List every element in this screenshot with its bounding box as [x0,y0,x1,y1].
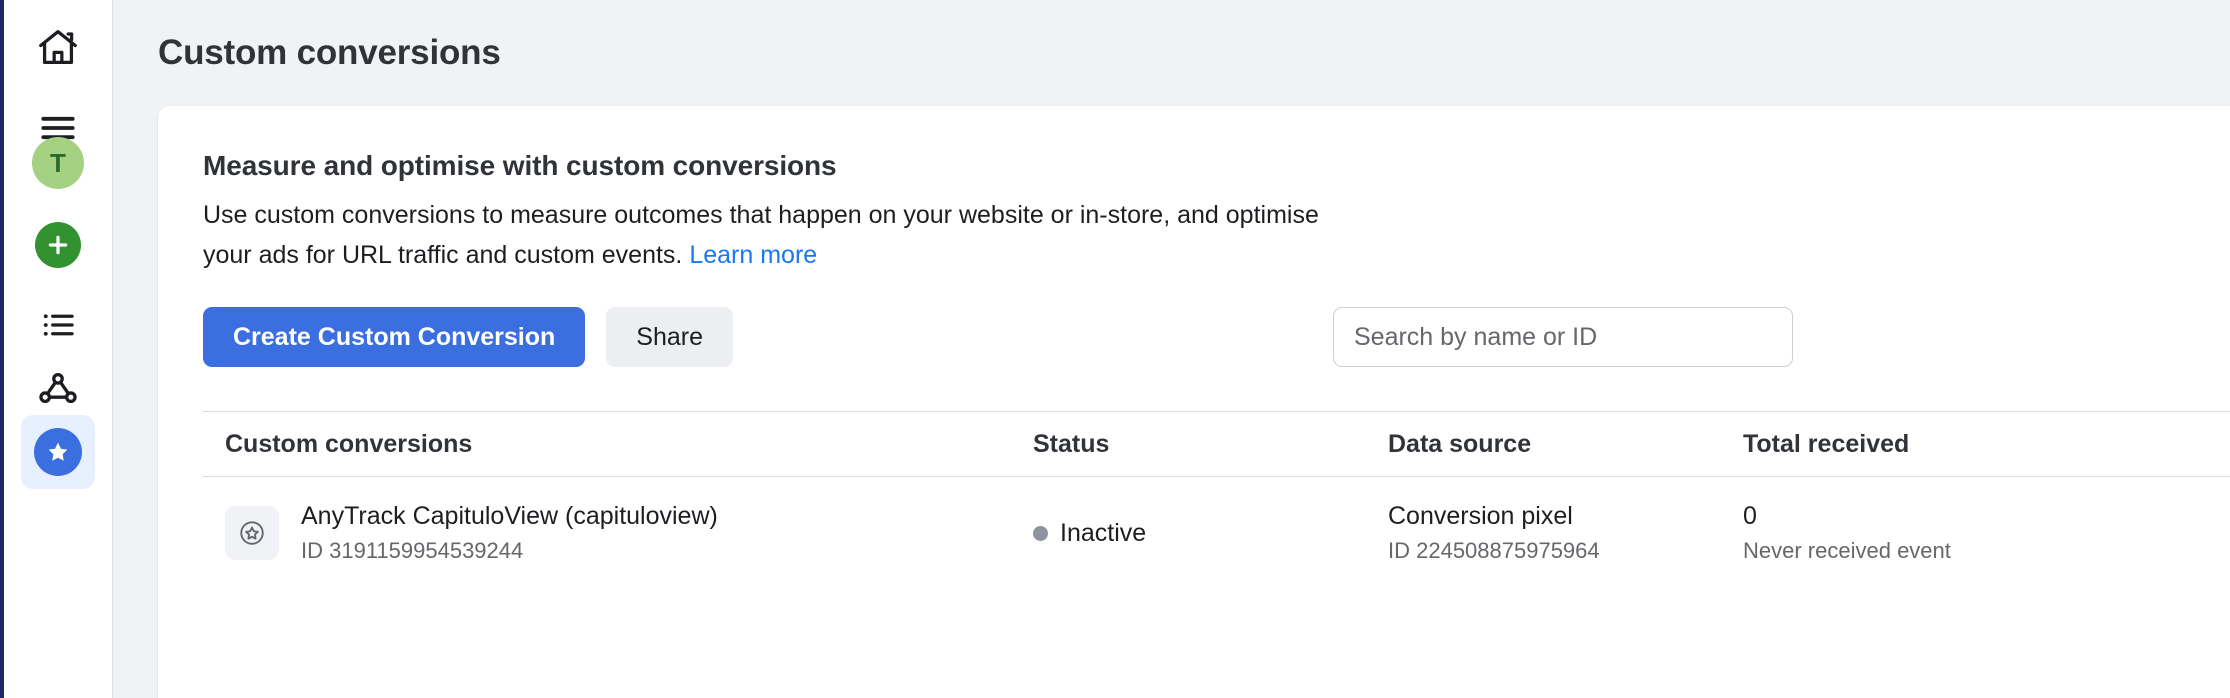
cell-status: Inactive [1033,519,1388,548]
cell-data-source: Conversion pixel ID 224508875975964 [1388,500,1743,566]
search-input[interactable] [1333,307,1793,367]
cell-total-received: 0 Never received event [1743,500,2098,566]
table-header-row: Custom conversions Status Data source To… [203,411,2230,477]
share-button[interactable]: Share [606,307,734,367]
home-icon [35,24,81,75]
sidebar-item-account[interactable]: T [21,126,95,200]
sidebar-item-home[interactable] [21,12,95,86]
page-header: Custom conversions [113,0,2230,106]
conversion-name: AnyTrack CapituloView (capituloview) [301,502,718,530]
custom-conversions-card: Measure and optimise with custom convers… [158,106,2230,698]
main-content: Custom conversions Measure and optimise … [113,0,2230,698]
column-header-total: Total received [1743,429,1910,458]
app-root: T Custom conversions Measure and optimis… [0,0,2230,698]
left-icon-rail: T [0,0,113,698]
data-source-id: ID 224508875975964 [1388,538,1600,563]
column-header-status: Status [1033,429,1110,458]
sidebar-item-create[interactable] [21,208,95,282]
total-received-count: 0 [1743,502,1757,530]
card-description-line1: Use custom conversions to measure outcom… [203,201,1219,229]
list-icon [37,304,79,351]
card-description: Use custom conversions to measure outcom… [203,195,1363,275]
learn-more-link[interactable]: Learn more [689,241,817,269]
create-custom-conversion-button[interactable]: Create Custom Conversion [203,307,586,367]
status-dot-icon [1033,525,1048,541]
page-title: Custom conversions [158,33,501,72]
column-header-name: Custom conversions [225,429,473,458]
card-heading: Measure and optimise with custom convers… [203,150,837,181]
total-received-note: Never received event [1743,538,1951,563]
card-actions: Create Custom Conversion Share [203,307,2230,367]
conversion-id: ID 3191159954539244 [301,538,524,563]
data-source-name: Conversion pixel [1388,502,1573,530]
custom-conversions-table: Custom conversions Status Data source To… [203,411,2230,589]
avatar-initial: T [50,147,66,178]
status-badge: Inactive [1060,518,1147,547]
search-wrapper [1333,307,1793,367]
column-header-source: Data source [1388,429,1532,458]
conversion-star-icon [225,506,279,560]
star-badge-icon [34,428,82,476]
avatar: T [32,137,84,189]
events-manager-icon [36,366,80,415]
cell-name: AnyTrack CapituloView (capituloview) ID … [203,500,1033,566]
create-icon [35,222,81,268]
sidebar-item-custom-conversions[interactable] [21,415,95,489]
table-row[interactable]: AnyTrack CapituloView (capituloview) ID … [203,477,2230,589]
